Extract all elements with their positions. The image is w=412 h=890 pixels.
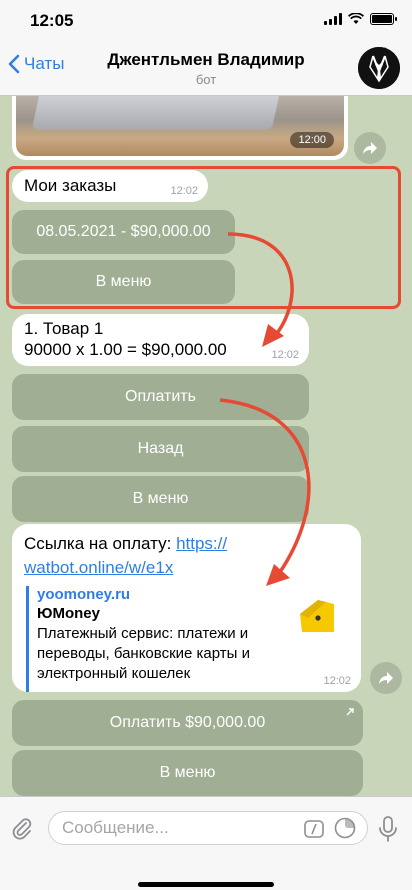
forward-button[interactable]: [370, 662, 402, 694]
payment-message: Ссылка на оплату: https:// watbot.online…: [12, 524, 361, 692]
item-line-1: 1. Товар 1: [24, 319, 104, 338]
laptop-photo: 12:00: [16, 96, 344, 156]
order-item-message: 1. Товар 1 90000 x 1.00 = $90,000.00 12:…: [12, 314, 309, 366]
payment-link-continued[interactable]: watbot.online/w/e1x: [24, 558, 173, 577]
laptop-image: [31, 96, 281, 130]
payment-text: Ссылка на оплату: https:// watbot.online…: [24, 532, 349, 580]
chat-area[interactable]: 12:00 Мои заказы 12:02 08.05.2021 - $90,…: [0, 96, 412, 796]
status-icons: [324, 13, 397, 25]
back-button[interactable]: Чаты: [8, 54, 64, 74]
back-keyboard-button[interactable]: Назад: [12, 426, 309, 472]
yoomoney-wallet-icon: [300, 600, 334, 632]
preview-description: Платежный сервис: платежи и переводы, ба…: [37, 625, 250, 682]
input-placeholder: Сообщение...: [62, 818, 169, 837]
signal-icon: [324, 13, 342, 25]
annotation-highlight-box: [6, 166, 401, 309]
sticker-icon[interactable]: [334, 817, 356, 839]
item-menu-button[interactable]: В меню: [12, 476, 309, 522]
chat-title-block[interactable]: Джентльмен Владимир бот: [90, 50, 322, 87]
microphone-icon[interactable]: [378, 815, 398, 843]
photo-time: 12:00: [290, 132, 334, 148]
message-time: 12:02: [271, 349, 299, 361]
forward-arrow-icon: [363, 142, 377, 154]
forward-arrow-icon: [379, 672, 393, 684]
wifi-icon: [348, 13, 364, 24]
status-bar: 12:05: [0, 0, 412, 40]
item-line-2: 90000 x 1.00 = $90,000.00: [24, 340, 227, 359]
home-indicator: [138, 882, 274, 887]
forward-button[interactable]: [354, 132, 386, 164]
paperclip-icon[interactable]: [10, 817, 34, 841]
chat-title: Джентльмен Владимир: [107, 50, 305, 69]
pay-amount-button[interactable]: Оплатить $90,000.00: [12, 700, 363, 746]
chat-header: Чаты Джентльмен Владимир бот: [0, 40, 412, 96]
battery-icon: [370, 13, 397, 25]
payment-link[interactable]: https://: [176, 534, 227, 553]
message-time: 12:02: [323, 675, 351, 687]
gentleman-avatar-icon: [358, 47, 400, 89]
bot-command-icon[interactable]: [304, 820, 324, 838]
external-link-icon: [346, 708, 354, 716]
chevron-left-icon: [8, 54, 20, 74]
payment-menu-button[interactable]: В меню: [12, 750, 363, 796]
back-label: Чаты: [24, 54, 65, 73]
pay-amount-label: Оплатить $90,000.00: [109, 714, 266, 731]
clock: 12:05: [30, 11, 74, 30]
link-preview[interactable]: yoomoney.ru ЮMoney Платежный сервис: пла…: [26, 586, 344, 692]
pay-button[interactable]: Оплатить: [12, 374, 309, 420]
chat-subtitle: бот: [195, 72, 217, 87]
payment-label: Ссылка на оплату:: [24, 534, 177, 553]
photo-message[interactable]: 12:00: [12, 96, 348, 160]
avatar[interactable]: [358, 47, 400, 89]
message-input-bar: Сообщение...: [0, 796, 412, 890]
